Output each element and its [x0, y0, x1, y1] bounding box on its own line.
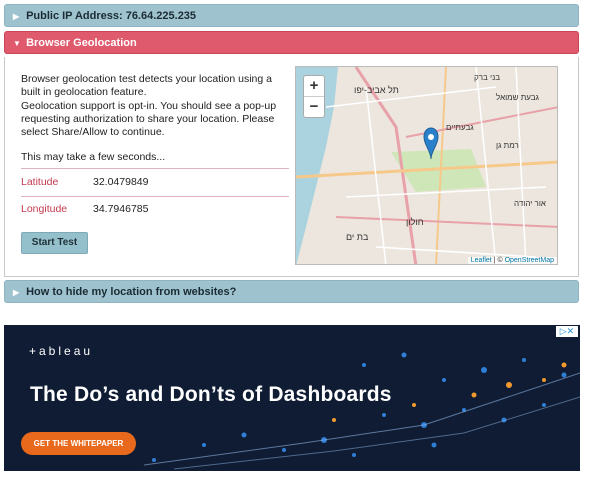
ad-headline: The Do’s and Don’ts of Dashboards — [30, 383, 392, 406]
tableau-logo: +ableau — [29, 344, 94, 358]
latitude-label: Latitude — [21, 176, 59, 188]
chevron-down-icon: ▼ — [13, 39, 21, 48]
section-browser-geolocation[interactable]: ▼ Browser Geolocation — [4, 31, 579, 54]
start-test-button[interactable]: Start Test — [21, 232, 88, 254]
longitude-label: Longitude — [21, 203, 68, 215]
map-label: גבעתיים — [446, 123, 474, 132]
zoom-control: + − — [303, 75, 325, 118]
map-label: רמת גן — [496, 141, 519, 150]
geo-wait-text: This may take a few seconds... — [21, 151, 166, 163]
map-label: תל אביב-יפו — [354, 85, 399, 95]
map-label: גבעת שמואל — [496, 93, 539, 102]
geo-optin-text: Geolocation support is opt-in. You shoul… — [21, 100, 277, 138]
divider — [21, 168, 289, 169]
geolocation-panel: Browser geolocation test detects your lo… — [4, 57, 579, 277]
longitude-row: Longitude 34.7946785 — [21, 197, 289, 221]
geo-intro-text: Browser geolocation test detects your lo… — [21, 73, 272, 98]
ad-choices-icon[interactable]: ▷✕ — [556, 326, 578, 337]
get-whitepaper-button[interactable]: GET THE WHITEPAPER — [21, 432, 136, 455]
zoom-in-button[interactable]: + — [304, 76, 324, 96]
latitude-value: 32.0479849 — [93, 176, 149, 188]
map-label: בני ברק — [474, 73, 500, 82]
longitude-value: 34.7946785 — [93, 203, 149, 215]
tableau-ad-banner[interactable]: +ableau The Do’s and Don’ts of Dashboard… — [4, 325, 580, 471]
section-hide-location[interactable]: ▶ How to hide my location from websites? — [4, 280, 579, 303]
section-geolocation-label: Browser Geolocation — [26, 37, 137, 49]
leaflet-link[interactable]: Leaflet — [471, 257, 492, 264]
location-map[interactable]: בני ברק תל אביב-יפו גבעתיים רמת גן חולון… — [295, 66, 558, 265]
chevron-right-icon: ▶ — [13, 12, 20, 21]
latitude-row: Latitude 32.0479849 — [21, 170, 289, 194]
map-label: אור יהודה — [514, 199, 546, 208]
section-public-ip[interactable]: ▶ Public IP Address: 76.64.225.235 — [4, 4, 579, 27]
section-public-ip-label: Public IP Address: 76.64.225.235 — [26, 10, 197, 22]
section-hide-location-label: How to hide my location from websites? — [26, 286, 237, 298]
chevron-right-icon: ▶ — [13, 288, 20, 297]
zoom-out-button[interactable]: − — [304, 96, 324, 117]
map-attribution: Leaflet | © OpenStreetMap — [467, 257, 557, 264]
map-label: בת ים — [346, 232, 369, 242]
openstreetmap-link[interactable]: OpenStreetMap — [505, 257, 554, 264]
map-label: חולון — [406, 217, 424, 227]
